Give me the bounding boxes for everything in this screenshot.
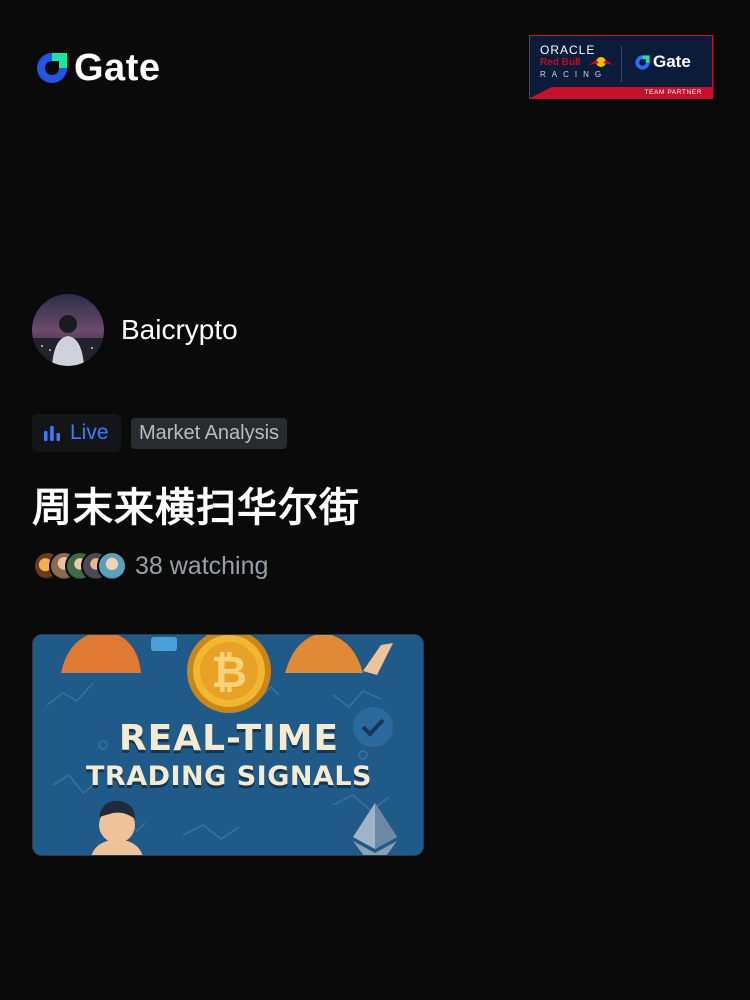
gate-logo-icon [37,53,67,83]
sponsor-oracle-text: ORACLE [540,43,596,57]
thumbnail-headline: REAL-TIME [118,718,340,759]
sponsor-redbull-text: Red Bull [540,57,581,68]
username[interactable]: Baicrypto [121,312,238,348]
brand-name: Gate [74,47,161,89]
watcher-avatars [33,551,127,581]
thumbnail-subline: TRADING SIGNALS [85,761,373,792]
avatar-image [32,294,104,366]
sponsor-racing-text: RACING [540,70,608,79]
gate-logo[interactable]: Gate [34,48,160,88]
stream-thumbnail[interactable]: ₿ REAL-TIME TRADING SIGNALS [32,634,424,856]
stream-page: Gate ORACLE Red Bull RACING Gate TEAM PA… [0,0,750,1000]
redbull-icon [589,57,613,67]
watchers-row: 38 watching [33,551,268,581]
category-tag[interactable]: Market Analysis [131,418,288,449]
gate-logo-icon [635,54,650,70]
team-partner-badge: TEAM PARTNER [530,87,712,98]
sponsor-gate-logo: Gate [634,52,691,72]
svg-text:₿: ₿ [211,647,247,698]
live-label: Live [70,421,109,444]
sponsor-banner[interactable]: ORACLE Red Bull RACING Gate TEAM PARTNER [529,35,713,99]
watching-count: 38 watching [135,551,269,580]
avatar[interactable] [32,294,104,366]
watcher-avatar [97,551,127,581]
sponsor-gate-text: Gate [653,52,691,71]
bar-chart-icon [44,426,60,441]
sponsor-divider [621,46,622,82]
stream-title[interactable]: 周末来横扫华尔街 [32,482,360,534]
live-tag[interactable]: Live [32,414,121,452]
